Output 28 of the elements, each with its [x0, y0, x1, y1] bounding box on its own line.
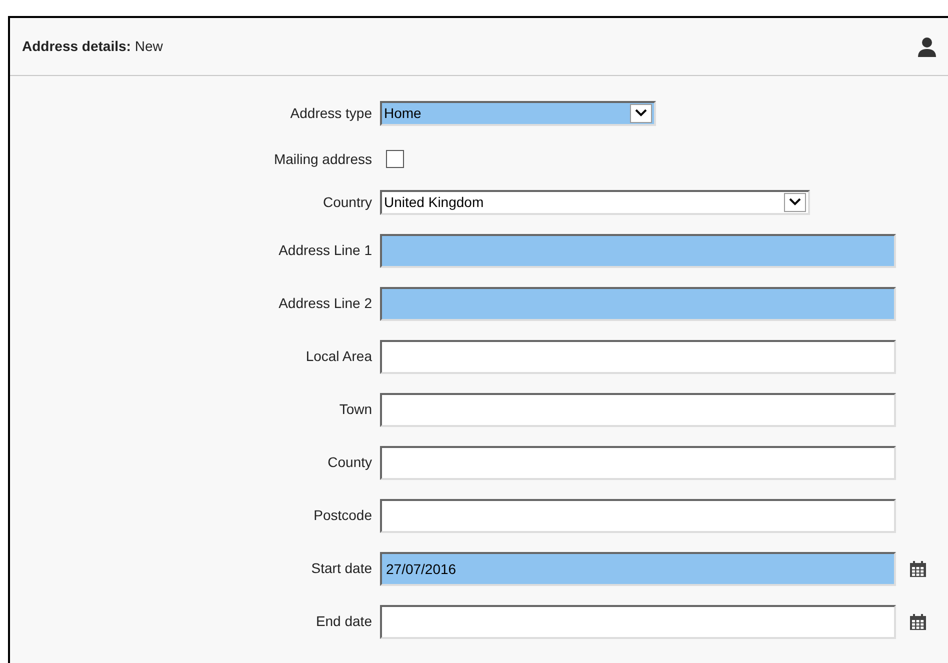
input-field[interactable]	[380, 446, 896, 480]
calendar-icon[interactable]	[909, 560, 927, 578]
field-label: Country	[322, 192, 373, 212]
calendar-icon[interactable]	[909, 612, 927, 630]
checkbox[interactable]	[386, 150, 404, 168]
field-label: Town	[338, 400, 373, 419]
input-field[interactable]	[380, 604, 896, 638]
input-field[interactable]	[380, 340, 896, 374]
panel-title: Address details: New	[22, 37, 163, 56]
field-label: Address type	[289, 104, 373, 123]
field-label: End date	[314, 612, 373, 631]
chevron-icon	[789, 198, 801, 206]
input-field[interactable]	[380, 498, 896, 532]
input-field[interactable]	[380, 234, 896, 268]
field-label: Mailing address	[272, 150, 373, 169]
user-icon[interactable]	[918, 36, 936, 56]
input-field[interactable]	[380, 286, 896, 320]
chevron-icon	[635, 109, 647, 117]
input-field[interactable]	[380, 392, 896, 426]
field-label: Address Line 1	[278, 241, 373, 260]
field-label: County	[326, 453, 373, 472]
input-field[interactable]: 27/07/2016	[380, 552, 896, 586]
field-label: Postcode	[312, 506, 373, 525]
field-label: Start date	[310, 559, 373, 578]
field-label: Local Area	[304, 347, 373, 366]
field-label: Address Line 2	[278, 294, 373, 313]
dropdown[interactable]: Home	[380, 100, 656, 126]
dropdown[interactable]: United Kingdom	[380, 190, 810, 214]
